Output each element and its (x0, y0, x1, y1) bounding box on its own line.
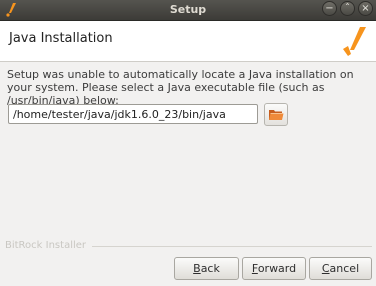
maximize-button[interactable]: ˆ (340, 1, 355, 16)
close-button[interactable]: × (358, 1, 373, 16)
java-path-input[interactable] (8, 104, 258, 124)
forward-label: orward (257, 262, 297, 275)
back-button[interactable]: Back (174, 257, 239, 280)
minimize-icon: − (325, 3, 334, 14)
close-icon: × (361, 3, 370, 14)
browse-button[interactable] (264, 103, 288, 126)
cancel-mnemonic: C (321, 262, 330, 275)
folder-open-icon (269, 110, 284, 120)
window-title: Setup (169, 3, 207, 16)
instruction-text: Setup was unable to automatically locate… (7, 68, 354, 107)
minimize-button[interactable]: − (322, 1, 337, 16)
back-mnemonic: B (193, 262, 201, 275)
page-title: Java Installation (9, 31, 113, 46)
page-header: Java Installation (0, 21, 376, 62)
cancel-label: ancel (329, 262, 360, 275)
bitrock-checkmark-logo-icon (343, 27, 366, 56)
back-label: ack (200, 262, 220, 275)
title-bar[interactable]: Setup − ˆ × (0, 0, 376, 21)
setup-window: Setup − ˆ × Java Installation Setup was … (0, 0, 376, 286)
maximize-icon: ˆ (345, 3, 350, 14)
cancel-button[interactable]: Cancel (309, 257, 372, 280)
forward-button[interactable]: Forward (242, 257, 306, 280)
footer-divider (92, 246, 372, 247)
installer-brand-label: BitRock Installer (5, 240, 87, 251)
